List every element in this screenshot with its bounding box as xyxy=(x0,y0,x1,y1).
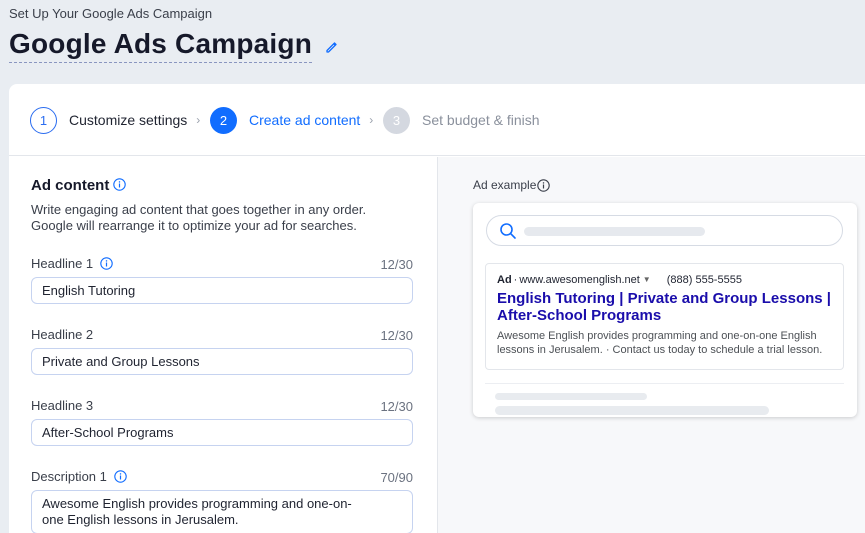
ad-topline: Ad · www.awesomenglish.net ▼ (888) 555-5555 xyxy=(497,274,742,286)
result-skeleton-line xyxy=(495,406,769,415)
headline-1-label: Headline 1 xyxy=(31,256,113,271)
step-number: 1 xyxy=(30,106,57,134)
page-title[interactable]: Google Ads Campaign xyxy=(9,28,313,63)
step-label: Set budget & finish xyxy=(422,112,540,128)
headline-2-input[interactable]: Private and Group Lessons xyxy=(31,348,413,375)
search-placeholder-skeleton xyxy=(524,227,705,236)
chevron-right-icon: › xyxy=(196,113,201,127)
character-counter: 12/30 xyxy=(380,328,413,343)
step-number: 3 xyxy=(383,106,410,134)
info-icon[interactable] xyxy=(537,179,550,192)
field-label-text: Headline 1 xyxy=(31,256,94,271)
ad-phone: (888) 555-5555 xyxy=(666,274,742,286)
headline-1-input[interactable]: English Tutoring xyxy=(31,277,413,304)
ad-badge: Ad xyxy=(497,274,512,286)
caret-down-icon: ▼ xyxy=(642,275,651,284)
character-counter: 70/90 xyxy=(380,470,413,485)
chevron-right-icon: › xyxy=(369,113,374,127)
ad-content-panel: Ad content Write engaging ad content tha… xyxy=(9,157,437,533)
info-icon[interactable] xyxy=(100,257,113,270)
ad-example-label: Ad example xyxy=(473,178,537,192)
headline-3-label: Headline 3 xyxy=(31,398,94,413)
info-icon[interactable] xyxy=(113,178,126,191)
result-skeleton-line xyxy=(495,393,647,400)
step-customize-settings[interactable]: 1 Customize settings › xyxy=(30,106,200,134)
stepper: 1 Customize settings › 2 Create ad conte… xyxy=(9,84,865,156)
section-description: Write engaging ad content that goes toge… xyxy=(31,202,367,233)
field-label-text: Description 1 xyxy=(31,469,107,484)
campaign-card: 1 Customize settings › 2 Create ad conte… xyxy=(9,84,865,533)
headline-2-label: Headline 2 xyxy=(31,327,94,342)
step-create-ad-content[interactable]: 2 Create ad content › xyxy=(210,106,373,134)
mock-search-bar xyxy=(486,215,843,246)
ad-preview-card: Ad · www.awesomenglish.net ▼ (888) 555-5555 … xyxy=(473,203,857,417)
step-set-budget[interactable]: 3 Set budget & finish xyxy=(383,106,540,134)
page-header: Set Up Your Google Ads Campaign Google A… xyxy=(0,0,865,84)
step-label: Create ad content xyxy=(249,112,361,128)
character-counter: 12/30 xyxy=(380,399,413,414)
separator-dot: · xyxy=(513,274,518,286)
search-icon xyxy=(500,223,516,239)
ad-url: www.awesomenglish.net xyxy=(519,274,640,286)
character-counter: 12/30 xyxy=(380,257,413,272)
description-1-label: Description 1 xyxy=(31,469,127,484)
ad-preview-panel: Ad example Ad · www.awesomenglish.net ▼ (888… xyxy=(438,157,865,533)
step-number: 2 xyxy=(210,106,237,134)
step-label: Customize settings xyxy=(69,112,188,128)
section-title: Ad content xyxy=(31,177,110,194)
preview-divider xyxy=(485,383,844,384)
ad-description: Awesome English provides programming and… xyxy=(497,330,823,356)
breadcrumb[interactable]: Set Up Your Google Ads Campaign xyxy=(9,6,212,21)
headline-3-input[interactable]: After-School Programs xyxy=(31,419,413,446)
description-1-textarea[interactable]: Awesome English provides programming and… xyxy=(31,490,413,533)
ad-search-result: Ad · www.awesomenglish.net ▼ (888) 555-5555 … xyxy=(485,263,844,370)
pencil-edit-icon[interactable] xyxy=(325,40,339,54)
ad-headline: English Tutoring | Private and Group Les… xyxy=(497,290,831,324)
info-icon[interactable] xyxy=(113,470,127,483)
